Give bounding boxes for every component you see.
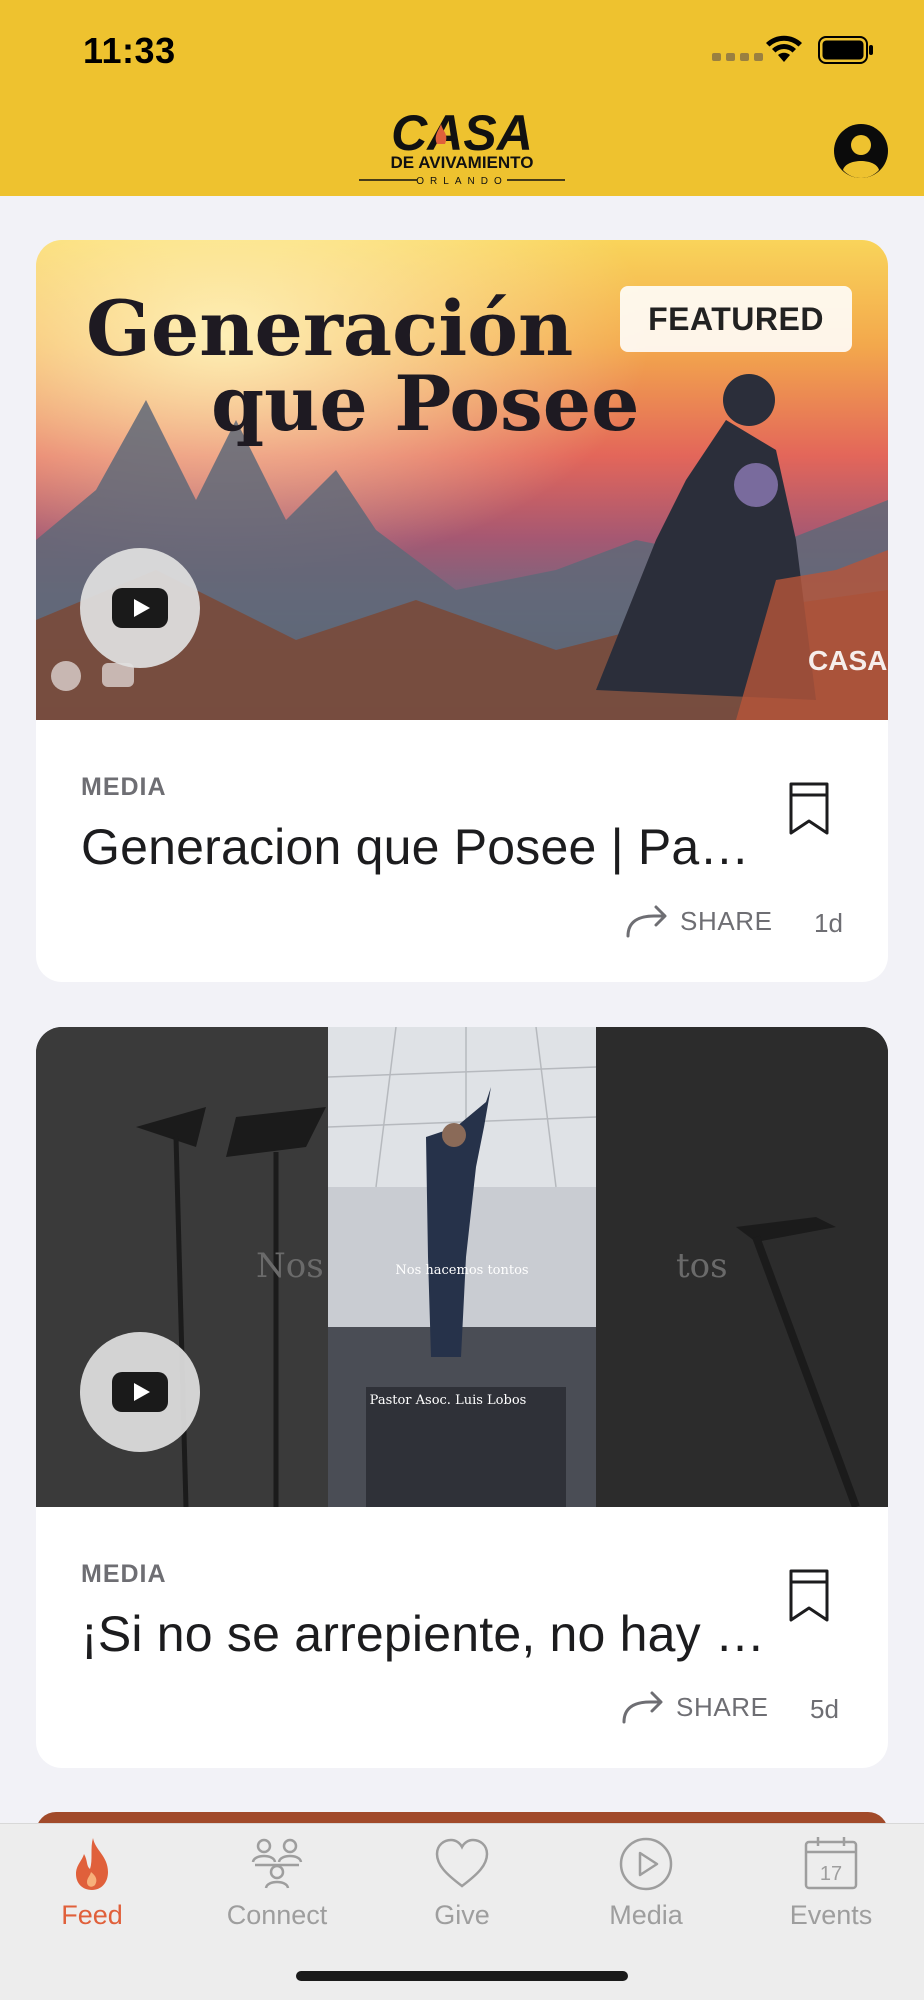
tab-feed[interactable]: Feed xyxy=(7,1834,177,1954)
card-artwork[interactable]: Nos tos Nos hacemos tontos Pastor Asoc. … xyxy=(36,1027,888,1507)
calendar-icon: 17 xyxy=(804,1837,858,1890)
share-label: SHARE xyxy=(676,1691,769,1722)
play-button[interactable] xyxy=(80,1332,200,1452)
youtube-icon xyxy=(112,588,168,628)
tab-label: Events xyxy=(789,1900,873,1930)
share-button[interactable]: SHARE xyxy=(624,902,773,940)
flame-icon xyxy=(76,1838,108,1890)
status-bar: 11:33 xyxy=(0,0,924,100)
card-category: MEDIA xyxy=(81,1560,167,1588)
tab-connect[interactable]: Connect xyxy=(192,1834,362,1954)
play-button[interactable] xyxy=(80,548,200,668)
person-icon xyxy=(843,135,879,178)
svg-text:tos: tos xyxy=(676,1246,728,1286)
tab-label: Media xyxy=(609,1900,683,1930)
tab-label: Feed xyxy=(61,1900,123,1930)
play-circle-icon xyxy=(619,1837,673,1891)
bookmark-icon[interactable] xyxy=(787,1568,831,1624)
wifi-icon xyxy=(766,35,802,62)
card-artwork[interactable]: Generación que Posee CASA FEATURED xyxy=(36,240,888,720)
tab-label: Give xyxy=(434,1900,490,1930)
svg-text:DE AVIVAMIENTO: DE AVIVAMIENTO xyxy=(391,153,534,172)
share-arrow-icon xyxy=(622,1691,663,1724)
share-arrow-icon xyxy=(626,905,667,938)
card-title[interactable]: Generacion que Posee | Pastor Asoc. Luis… xyxy=(81,818,771,876)
svg-text:Pastor Asoc. Luis Lobos: Pastor Asoc. Luis Lobos xyxy=(370,1393,527,1408)
cellular-signal-icon xyxy=(712,53,763,61)
post-age: 1d xyxy=(814,908,843,938)
status-time: 11:33 xyxy=(83,30,176,71)
svg-text:ORLANDO: ORLANDO xyxy=(416,176,507,187)
svg-text:que Posee: que Posee xyxy=(211,359,640,448)
app-header: 11:33 CASA DE AVIVAMIENTO ORLANDO xyxy=(0,0,924,196)
feed-card[interactable]: Generación que Posee CASA FEATURED MEDIA… xyxy=(36,240,888,982)
battery-icon xyxy=(818,36,873,64)
post-age: 5d xyxy=(810,1694,839,1724)
feed-card[interactable]: Nos tos Nos hacemos tontos Pastor Asoc. … xyxy=(36,1027,888,1768)
tab-label: Connect xyxy=(226,1900,328,1930)
profile-button[interactable] xyxy=(834,124,888,178)
share-button[interactable]: SHARE xyxy=(620,1688,769,1726)
casa-logo: CASA DE AVIVAMIENTO ORLANDO xyxy=(359,105,565,187)
svg-text:CASA: CASA xyxy=(808,645,887,676)
heart-icon xyxy=(435,1838,489,1888)
tab-media[interactable]: Media xyxy=(561,1834,731,1954)
svg-text:17: 17 xyxy=(820,1863,842,1885)
youtube-icon xyxy=(112,1372,168,1412)
tab-give[interactable]: Give xyxy=(377,1834,547,1954)
tab-events[interactable]: 17 Events xyxy=(746,1834,916,1954)
people-icon xyxy=(251,1838,303,1889)
svg-text:Nos hacemos tontos: Nos hacemos tontos xyxy=(395,1263,528,1278)
svg-text:Nos: Nos xyxy=(256,1246,324,1286)
card-title[interactable]: ¡Si no se arrepiente, no hay salvación! xyxy=(81,1605,771,1663)
card-category: MEDIA xyxy=(81,773,167,801)
share-label: SHARE xyxy=(680,905,773,936)
bookmark-icon[interactable] xyxy=(787,781,831,837)
featured-badge: FEATURED xyxy=(620,286,852,352)
home-indicator xyxy=(296,1971,628,1981)
